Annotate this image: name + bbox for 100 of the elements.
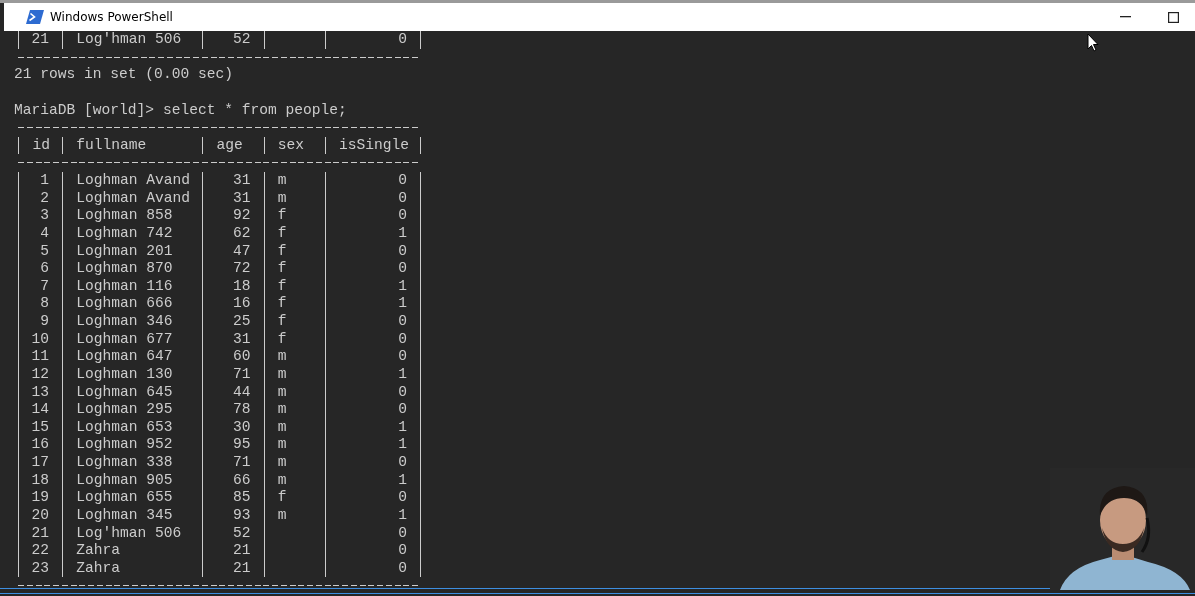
table-cell: m <box>277 401 287 419</box>
table-cell: Loghman 116 <box>76 277 173 296</box>
table-cell: 2 <box>40 189 50 208</box>
table-cell: 71 <box>232 454 251 472</box>
table-cell: f <box>277 224 287 243</box>
maximize-icon <box>1167 11 1179 23</box>
table-cell: 78 <box>232 401 251 419</box>
table-cell: 5 <box>40 242 50 261</box>
table-cell: m <box>277 383 287 402</box>
table-cell: 0 <box>398 207 408 225</box>
table-cell: 0 <box>398 489 408 507</box>
table-cell: 0 <box>398 189 408 208</box>
table-cell: 21 <box>31 524 50 543</box>
table-cell: 47 <box>232 242 251 261</box>
table-cell: 1 <box>40 172 50 190</box>
table-cell: 1 <box>398 365 408 384</box>
table-cell: Loghman 905 <box>76 471 173 490</box>
table-cell: Log'hman 506 <box>76 31 182 49</box>
table-cell: Loghman Avand <box>76 189 191 208</box>
table-cell: 21 <box>232 542 251 560</box>
table-cell: f <box>277 489 287 507</box>
table-cell: 1 <box>398 436 408 454</box>
table-cell: Zahra <box>76 559 121 578</box>
table-cell: 9 <box>40 313 50 331</box>
table-cell: 31 <box>232 172 251 190</box>
table-cell: m <box>277 418 287 437</box>
table-cell: 44 <box>232 383 251 402</box>
table-cell: 85 <box>232 489 251 507</box>
command-line: MariaDB [world]> select * from people; <box>14 101 347 118</box>
table-cell: m <box>277 471 287 490</box>
table-cell: Zahra <box>76 542 121 560</box>
table-cell: 1 <box>398 295 408 313</box>
table-cell: 6 <box>40 260 50 278</box>
table-cell: 0 <box>398 330 408 349</box>
table-cell: 1 <box>398 471 408 490</box>
table-cell: 25 <box>232 313 251 331</box>
table-cell: 52 <box>232 524 251 543</box>
table-cell: Loghman 338 <box>76 454 173 472</box>
table-cell: 52 <box>232 31 251 49</box>
table-cell: 16 <box>232 295 251 313</box>
table-cell: 0 <box>398 313 408 331</box>
table-cell: f <box>277 207 287 225</box>
table-cell: Loghman 666 <box>76 295 173 313</box>
table-cell: Loghman 645 <box>76 383 173 402</box>
table-cell: 72 <box>232 260 251 278</box>
table-cell: 30 <box>232 418 251 437</box>
table-cell: 93 <box>232 506 251 525</box>
table-cell: Loghman 295 <box>76 401 173 419</box>
table-cell: 60 <box>232 348 251 366</box>
table-cell: 95 <box>232 436 251 454</box>
table-cell: 0 <box>398 172 408 190</box>
table-cell: m <box>277 506 287 525</box>
table-cell: 14 <box>31 401 50 419</box>
table-cell: 31 <box>232 330 251 349</box>
table-cell: 15 <box>31 418 50 437</box>
table-cell: 66 <box>232 471 251 490</box>
table-cell: m <box>277 172 287 190</box>
table-cell: 0 <box>398 401 408 419</box>
table-cell: 1 <box>398 506 408 525</box>
table-cell: Loghman 952 <box>76 436 173 454</box>
table-cell: f <box>277 260 287 278</box>
table-cell: 71 <box>232 365 251 384</box>
table-cell: m <box>277 436 287 454</box>
table-cell: 31 <box>232 189 251 208</box>
table-cell: 0 <box>398 260 408 278</box>
column-header: sex <box>277 136 304 155</box>
table-cell: Loghman 677 <box>76 330 173 349</box>
table-cell: Loghman 346 <box>76 313 173 331</box>
table-cell: 17 <box>31 454 50 472</box>
table-cell: m <box>277 454 287 472</box>
table-cell: f <box>277 242 287 261</box>
column-header: fullname <box>76 136 147 155</box>
cursor-icon <box>1087 33 1099 52</box>
table-cell: 1 <box>398 224 408 243</box>
table-cell: Loghman 870 <box>76 260 173 278</box>
table-cell: 0 <box>398 383 408 402</box>
column-header: isSingle <box>339 136 410 155</box>
table-cell: 62 <box>232 224 251 243</box>
table-cell: 0 <box>398 542 408 560</box>
minimize-icon <box>1119 16 1131 18</box>
table-cell: Loghman 130 <box>76 365 173 384</box>
table-cell: m <box>277 189 287 208</box>
table-cell: f <box>277 295 287 313</box>
table-cell: 0 <box>398 524 408 543</box>
table-cell: 18 <box>31 471 50 490</box>
table-cell: 13 <box>31 383 50 402</box>
table-cell: Loghman Avand <box>76 172 191 190</box>
table-cell: Loghman 201 <box>76 242 173 261</box>
table-cell: 11 <box>31 348 50 366</box>
table-cell: 19 <box>31 489 50 507</box>
table-cell: Loghman 858 <box>76 207 173 225</box>
table-cell: 0 <box>398 559 408 578</box>
table-cell: Loghman 655 <box>76 489 173 507</box>
table-cell: 0 <box>398 454 408 472</box>
table-cell: 22 <box>31 542 50 560</box>
table-cell: 0 <box>398 242 408 261</box>
table-cell: 21 <box>31 31 50 49</box>
table-cell: 3 <box>40 207 50 225</box>
table-cell: 8 <box>40 295 50 313</box>
table-cell: f <box>277 277 287 296</box>
